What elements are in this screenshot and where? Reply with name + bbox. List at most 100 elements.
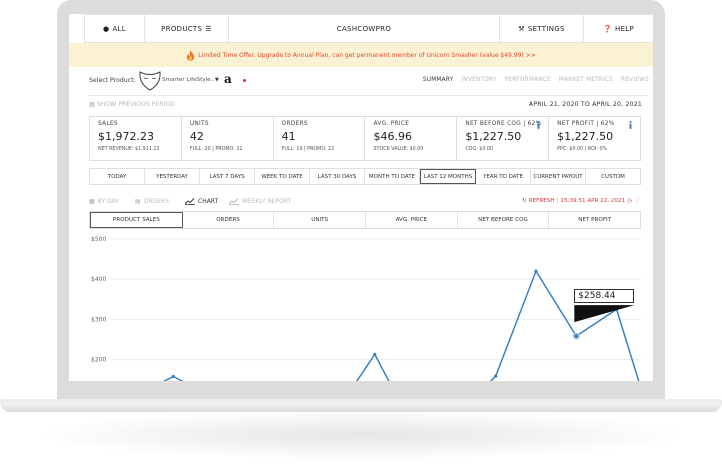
card-value: $1,227.50 xyxy=(557,130,614,143)
card-value: $46.96 xyxy=(373,130,412,143)
nav-help[interactable]: ❓ HELP xyxy=(584,15,653,42)
nav-brand[interactable]: CASHCOWPRO xyxy=(229,15,500,42)
metric-units[interactable]: UNITS xyxy=(274,212,367,228)
info-icon[interactable] xyxy=(536,121,541,129)
nav-settings-label: SETTINGS xyxy=(527,24,565,33)
tooltip-value: $258.44 xyxy=(578,291,616,302)
chart-tooltip: $258.44 xyxy=(574,289,635,304)
period-last-12-months[interactable]: LAST 12 MONTHS xyxy=(420,169,476,184)
period-selector: TODAY YESTERDAY LAST 7 DAYS WEEK TO DATE… xyxy=(89,168,641,185)
metric-selector: PRODUCT SALES ORDERS UNITS AVG. PRICE NE… xyxy=(89,211,641,229)
flame-icon xyxy=(187,49,195,61)
amazon-logo-icon: a xyxy=(224,72,232,86)
help-circle-icon[interactable]: ❔ xyxy=(634,198,641,204)
metric-product-sales[interactable]: PRODUCT SALES xyxy=(90,212,183,228)
nav-all[interactable]: ● ALL xyxy=(85,15,145,42)
card-net-before-cog: NET BEFORE COG | 62% $1,227.50 COG: $0.0… xyxy=(457,117,550,160)
card-title: ORDERS xyxy=(281,121,308,127)
tab-summary[interactable]: SUMMARY xyxy=(423,77,454,83)
product-mask-icon xyxy=(139,71,161,91)
tab-reviews[interactable]: REVIEWS xyxy=(621,77,649,83)
refresh-separator: | xyxy=(556,198,559,204)
period-week-to-date[interactable]: WEEK TO DATE xyxy=(255,169,310,184)
metric-net-profit[interactable]: NET PROFIT xyxy=(549,212,640,228)
card-sub: FULL: 20 | PROMO: 22 xyxy=(189,147,243,152)
period-last-7-days[interactable]: LAST 7 DAYS xyxy=(200,169,255,184)
card-units: UNITS 42 FULL: 20 | PROMO: 22 xyxy=(182,117,274,160)
period-yesterday[interactable]: YESTERDAY xyxy=(145,169,200,184)
card-title: AVG. PRICE xyxy=(373,121,410,127)
period-current-payout[interactable]: CURRENT PAYOUT xyxy=(531,169,586,184)
card-sales: SALES $1,972.23 NET REVENUE: $1,911.13 xyxy=(90,117,182,160)
app-screen: ● ALL PRODUCTS ☰ CASHCOWPRO ⚒ SETTINGS ❓… xyxy=(69,14,653,381)
view-orders[interactable]: ▤ ORDERS xyxy=(135,198,169,205)
view-mode-row: ▦ BY DAY ▤ ORDERS CHART WEEKLY REPORT ↻ … xyxy=(89,196,641,208)
card-avg-price: AVG. PRICE $46.96 STOCK VALUE: $0.00 xyxy=(365,117,458,160)
period-month-to-date[interactable]: MONTH TO DATE xyxy=(365,169,420,184)
data-point[interactable] xyxy=(534,269,538,273)
top-nav: ● ALL PRODUCTS ☰ CASHCOWPRO ⚒ SETTINGS ❓… xyxy=(84,14,653,43)
list-icon: ▤ xyxy=(135,198,141,205)
data-point[interactable] xyxy=(171,374,175,379)
period-year-to-date[interactable]: YEAR TO DATE xyxy=(476,169,531,184)
nav-settings[interactable]: ⚒ SETTINGS xyxy=(500,15,584,42)
period-last-30-days[interactable]: LAST 30 DAYS xyxy=(310,169,365,184)
sales-chart-svg: $500$400$300$200$100 xyxy=(91,236,641,381)
clock-icon: ◷ xyxy=(627,198,633,204)
view-by-day-label: BY DAY xyxy=(97,198,119,205)
wrench-icon: ⚒ xyxy=(518,24,525,33)
refresh-time: 15:39:51 APR 22, 2021 xyxy=(560,198,626,204)
laptop-shadow xyxy=(30,410,692,460)
card-value: 41 xyxy=(281,130,296,143)
show-previous-label: SHOW PREVIOUS PERIOD xyxy=(96,101,176,108)
caret-down-icon[interactable]: ▼ xyxy=(215,77,219,83)
card-value: $1,227.50 xyxy=(465,130,522,143)
card-value: 42 xyxy=(189,130,204,143)
view-orders-label: ORDERS xyxy=(143,198,169,205)
card-value: $1,972.23 xyxy=(98,130,154,143)
tab-market-metrics[interactable]: MARKET METRICS xyxy=(559,77,613,83)
sales-chart: $500$400$300$200$100 $258.44 xyxy=(69,232,653,381)
offer-banner[interactable]: Limited Time Offer. Upgrade to Annual Pl… xyxy=(69,43,653,67)
metric-avg-price[interactable]: AVG. PRICE xyxy=(366,212,458,228)
card-title: UNITS xyxy=(189,121,209,127)
view-weekly-report[interactable]: WEEKLY REPORT xyxy=(229,198,291,205)
product-select[interactable]: Smarter LifeStyle.. xyxy=(162,77,214,83)
period-custom[interactable]: CUSTOM xyxy=(586,169,640,184)
select-product-label: Select Product: xyxy=(89,77,136,84)
card-sub: NET REVENUE: $1,911.13 xyxy=(98,147,160,152)
metric-orders[interactable]: ORDERS xyxy=(183,212,275,228)
card-sub: COG: $0.00 xyxy=(465,147,494,152)
y-tick-label: $300 xyxy=(91,316,106,323)
series-line xyxy=(162,269,640,381)
line-chart-icon xyxy=(185,198,195,205)
data-point[interactable] xyxy=(373,352,377,356)
tab-performance[interactable]: PERFORMANCE xyxy=(505,77,551,83)
data-point[interactable] xyxy=(494,374,498,378)
view-by-day[interactable]: ▦ BY DAY xyxy=(89,198,119,205)
view-weekly-report-label: WEEKLY REPORT xyxy=(242,198,292,205)
tab-inventory[interactable]: INVENTORY xyxy=(461,77,496,83)
info-icon[interactable] xyxy=(628,121,633,129)
date-range: APRIL 21, 2020 TO APRIL 20, 2021 xyxy=(528,101,642,108)
refresh-label: REFRESH xyxy=(528,198,555,204)
laptop-base xyxy=(0,402,722,412)
card-sub: PPC: $0.00 | ROI: 0% xyxy=(557,147,608,152)
calendar-icon: ▦ xyxy=(89,101,95,108)
nav-products[interactable]: PRODUCTS ☰ xyxy=(145,15,229,42)
product-row: Select Product: Smarter LifeStyle.. ▼ a … xyxy=(89,70,649,92)
period-today[interactable]: TODAY xyxy=(90,169,145,184)
card-sub: FULL: 19 | PROMO: 22 xyxy=(281,147,335,152)
card-title: SALES xyxy=(98,121,118,127)
menu-icon: ☰ xyxy=(205,24,212,33)
nav-all-label: ALL xyxy=(112,24,126,33)
refresh-button[interactable]: ↻ REFRESH | 15:39:51 APR 22, 2021 ◷ ❔ xyxy=(522,198,641,204)
data-point[interactable] xyxy=(572,332,580,340)
brand-name: CASHCOWPRO xyxy=(336,24,392,33)
view-chart-label: CHART xyxy=(198,198,219,205)
show-previous-period[interactable]: ▦ SHOW PREVIOUS PERIOD xyxy=(89,101,175,108)
view-chart[interactable]: CHART xyxy=(185,198,218,205)
nav-products-label: PRODUCTS xyxy=(161,24,203,33)
metric-net-before-cog[interactable]: NET BEFORE COG xyxy=(458,212,550,228)
nav-help-label: HELP xyxy=(615,24,635,33)
